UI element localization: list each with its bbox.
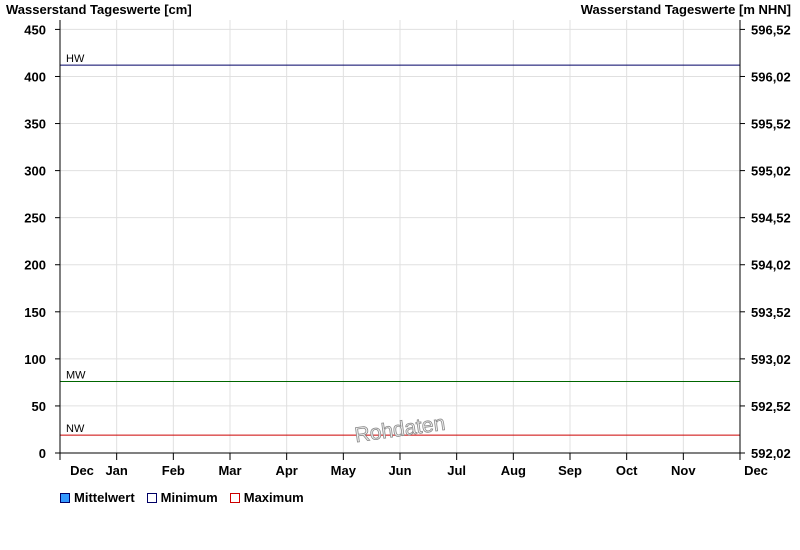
- x-tick-label: Dec: [70, 463, 94, 478]
- y-tick-label-left: 250: [24, 211, 46, 226]
- y-tick-label-left: 100: [24, 352, 46, 367]
- x-tick-label: Jan: [105, 463, 127, 478]
- legend-swatch-maximum: [229, 492, 240, 503]
- legend: Mittelwert Minimum Maximum: [60, 490, 304, 505]
- legend-item-minimum: Minimum: [146, 490, 218, 505]
- reference-label-hw: HW: [66, 53, 85, 65]
- y-tick-label-left: 50: [32, 399, 46, 414]
- y-tick-label-left: 400: [24, 69, 46, 84]
- y-tick-label-right: 593,02: [751, 352, 791, 367]
- x-tick-label: Dec: [744, 463, 768, 478]
- left-axis-title: Wasserstand Tageswerte [cm]: [6, 2, 192, 17]
- y-tick-label-right: 595,02: [751, 164, 791, 179]
- y-tick-label-left: 300: [24, 164, 46, 179]
- y-tick-label-right: 592,02: [751, 446, 791, 461]
- right-axis-title: Wasserstand Tageswerte [m NHN]: [581, 2, 791, 17]
- y-tick-label-left: 0: [39, 446, 46, 461]
- left-axis-ticks: 0 50 100 150 200 250 300 350 400 450: [24, 22, 60, 461]
- y-tick-label-right: 596,02: [751, 69, 791, 84]
- legend-swatch-mittelwert: [60, 492, 70, 503]
- reference-label-nw: NW: [66, 423, 85, 435]
- legend-item-maximum: Maximum: [229, 490, 304, 505]
- x-tick-label: Apr: [275, 463, 297, 478]
- x-tick-label: Aug: [501, 463, 526, 478]
- legend-swatch-minimum: [146, 492, 157, 503]
- y-tick-label-left: 450: [24, 22, 46, 37]
- y-tick-label-left: 150: [24, 305, 46, 320]
- x-tick-label: Sep: [558, 463, 582, 478]
- legend-item-mittelwert: Mittelwert: [60, 490, 135, 505]
- grid-lines: [60, 20, 740, 454]
- legend-label-mittelwert: Mittelwert: [74, 490, 135, 505]
- x-tick-label: Feb: [162, 463, 185, 478]
- reference-label-mw: MW: [66, 369, 86, 381]
- y-tick-label-right: 594,02: [751, 258, 791, 273]
- y-tick-label-right: 592,52: [751, 399, 791, 414]
- y-tick-label-right: 593,52: [751, 305, 791, 320]
- y-tick-label-left: 350: [24, 117, 46, 132]
- x-tick-label: Mar: [218, 463, 241, 478]
- x-tick-label: Jul: [447, 463, 466, 478]
- x-tick-label: Jun: [388, 463, 411, 478]
- x-tick-label: Nov: [671, 463, 696, 478]
- right-axis-ticks: 592,02 592,52 593,02 593,52 594,02 594,52 595,…: [740, 22, 791, 461]
- y-tick-label-right: 594,52: [751, 211, 791, 226]
- y-tick-label-left: 200: [24, 258, 46, 273]
- y-tick-label-right: 596,52: [751, 22, 791, 37]
- water-level-chart: Wasserstand Tageswerte [cm] Wasserstand …: [6, 2, 791, 478]
- legend-label-minimum: Minimum: [160, 490, 218, 505]
- x-tick-label: May: [331, 463, 357, 478]
- x-axis-ticks: Dec Jan Feb Mar Apr May Jun Jul Aug Sep Oct Nov Dec: [59, 453, 768, 478]
- x-tick-label: Oct: [616, 463, 638, 478]
- y-tick-label-right: 595,52: [751, 117, 791, 132]
- legend-label-maximum: Maximum: [243, 490, 304, 505]
